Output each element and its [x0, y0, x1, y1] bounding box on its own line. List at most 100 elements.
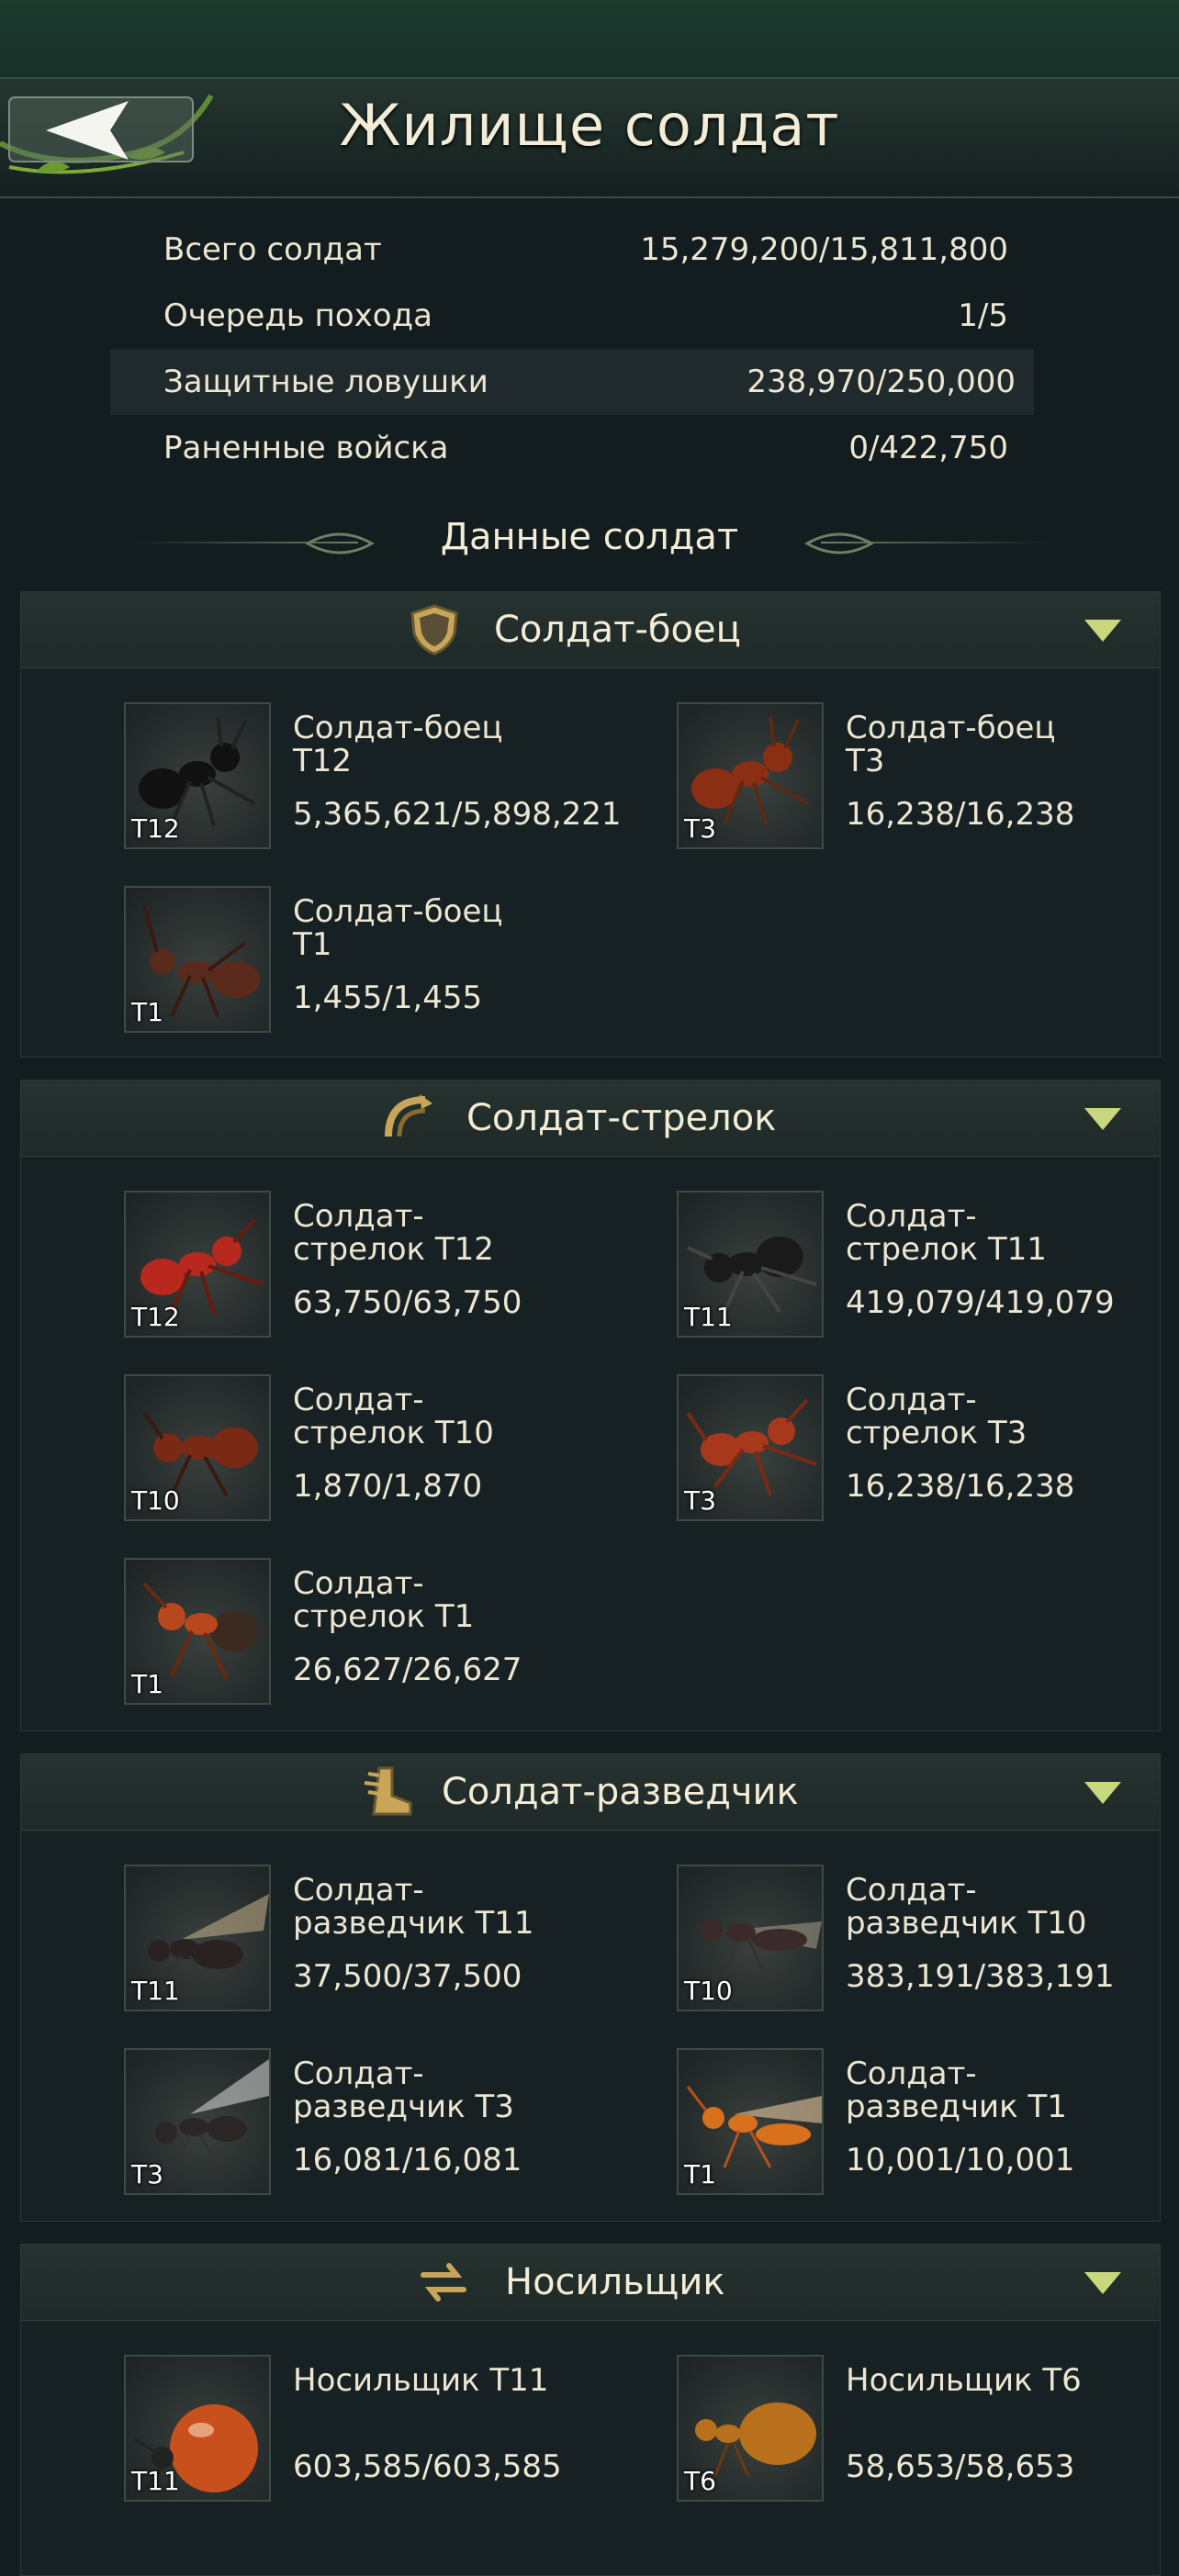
unit-card[interactable]: T11 Солдат-разведчик T11 37,500/37,500	[21, 1865, 535, 2021]
unit-name: Солдат-стрелок T10	[293, 1382, 494, 1451]
unit-card[interactable]: T3 Солдат-боец T3 16,238/16,238	[574, 702, 1088, 858]
unit-card[interactable]: T3 Солдат-разведчик T3 16,081/16,081	[21, 2048, 535, 2204]
unit-portrait: T10	[124, 1374, 271, 1521]
section-title: Солдат-боец	[494, 609, 741, 651]
leaf-ornament-icon	[803, 532, 875, 554]
stat-value: 238,970/250,000	[747, 364, 1016, 400]
top-background	[0, 0, 1179, 77]
unit-card[interactable]: T10 Солдат-стрелок T10 1,870/1,870	[21, 1374, 535, 1530]
transfer-arrows-icon	[421, 2263, 466, 2302]
tier-badge: T3	[684, 813, 716, 844]
tier-badge: T6	[684, 2466, 716, 2496]
soldier-data-heading: Данные солдат	[0, 507, 1179, 580]
section-carrier: Носильщик T11 Носильщик T11 603,585/603,…	[20, 2244, 1161, 2576]
unit-count: 16,081/16,081	[293, 2142, 522, 2178]
unit-name: Солдат-боец T1	[293, 893, 503, 963]
stat-label: Очередь похода	[163, 297, 432, 334]
section-header-shooter[interactable]: Солдат-стрелок	[21, 1081, 1160, 1157]
unit-count: 419,079/419,079	[846, 1284, 1115, 1321]
stat-row-defense-traps: Защитные ловушки 238,970/250,000	[110, 349, 1034, 415]
unit-portrait: T10	[677, 1865, 824, 2011]
unit-count: 37,500/37,500	[293, 1958, 522, 1995]
chevron-down-icon	[1084, 620, 1121, 642]
unit-portrait: T3	[677, 702, 824, 849]
unit-card[interactable]: T3 Солдат-стрелок T3 16,238/16,238	[574, 1374, 1088, 1530]
stat-label: Защитные ловушки	[163, 364, 488, 400]
stat-row-total-soldiers: Всего солдат 15,279,200/15,811,800	[145, 217, 1027, 283]
unit-portrait: T1	[677, 2048, 824, 2195]
unit-portrait: T11	[677, 1191, 824, 1338]
unit-count: 10,001/10,001	[846, 2142, 1075, 2178]
unit-count: 1,870/1,870	[293, 1468, 483, 1505]
page-title: Жилище солдат	[339, 92, 840, 159]
section-header-carrier[interactable]: Носильщик	[21, 2245, 1160, 2321]
bow-icon	[385, 1094, 432, 1137]
unit-card[interactable]: T11 Носильщик T11 603,585/603,585	[21, 2355, 562, 2511]
tier-badge: T11	[131, 1976, 180, 2006]
unit-portrait: T12	[124, 1191, 271, 1338]
unit-portrait: T1	[124, 886, 271, 1033]
unit-card[interactable]: T11 Солдат-стрелок T11 419,079/419,079	[574, 1191, 1115, 1347]
section-heading: Данные солдат	[440, 516, 739, 558]
tier-badge: T3	[131, 2159, 163, 2190]
tier-badge: T10	[131, 1485, 180, 1516]
stat-row-march-queue: Очередь похода 1/5	[145, 283, 1027, 349]
tier-badge: T12	[131, 1302, 180, 1332]
unit-count: 5,365,621/5,898,221	[293, 796, 622, 833]
unit-portrait: T3	[124, 2048, 271, 2195]
unit-count: 16,238/16,238	[846, 1468, 1075, 1505]
boot-icon	[364, 1766, 412, 1816]
tier-badge: T1	[131, 997, 163, 1027]
chevron-down-icon	[1084, 1782, 1121, 1804]
stat-row-wounded: Раненные войска 0/422,750	[145, 415, 1027, 481]
stat-label: Раненные войска	[163, 430, 449, 466]
unit-name: Солдат-боец T12	[293, 710, 503, 779]
unit-name: Солдат-боец T3	[846, 710, 1056, 779]
unit-count: 16,238/16,238	[846, 796, 1075, 833]
unit-name: Солдат-стрелок T3	[846, 1382, 1027, 1451]
unit-card[interactable]: T1 Солдат-разведчик T1 10,001/10,001	[574, 2048, 1088, 2204]
unit-portrait: T3	[677, 1374, 824, 1521]
unit-card[interactable]: T10 Солдат-разведчик T10 383,191/383,191	[574, 1865, 1115, 2021]
unit-portrait: T12	[124, 702, 271, 849]
stat-value: 1/5	[958, 297, 1008, 334]
chevron-down-icon	[1084, 2272, 1121, 2294]
tier-badge: T10	[684, 1976, 733, 2006]
unit-name: Солдат-стрелок T11	[846, 1198, 1047, 1268]
section-title: Солдат-стрелок	[466, 1097, 777, 1139]
section-header-scout[interactable]: Солдат-разведчик	[21, 1754, 1160, 1831]
unit-count: 383,191/383,191	[846, 1958, 1115, 1995]
unit-name: Солдат-разведчик T1	[846, 2055, 1067, 2125]
section-scout: Солдат-разведчик T11 Солдат-разведчик T1…	[20, 1753, 1161, 2222]
unit-count: 1,455/1,455	[293, 980, 483, 1016]
shield-icon	[410, 604, 458, 655]
unit-count: 58,653/58,653	[846, 2448, 1075, 2485]
unit-count: 26,627/26,627	[293, 1652, 522, 1688]
unit-name: Солдат-стрелок T1	[293, 1565, 475, 1635]
stat-value: 0/422,750	[848, 430, 1008, 466]
section-title: Носильщик	[505, 2261, 725, 2303]
tier-badge: T1	[684, 2159, 716, 2190]
unit-card[interactable]: T1 Солдат-боец T1 1,455/1,455	[21, 886, 535, 1042]
unit-name: Солдат-разведчик T11	[293, 1872, 534, 1942]
chevron-down-icon	[1084, 1108, 1121, 1130]
unit-name: Носильщик T6	[846, 2362, 1082, 2399]
unit-name: Солдат-стрелок T12	[293, 1198, 494, 1268]
section-fighter: Солдат-боец T12 Солдат-боец T12 5,365,62…	[20, 591, 1161, 1058]
tier-badge: T11	[131, 2466, 180, 2496]
unit-name: Солдат-разведчик T3	[293, 2055, 514, 2125]
divider-right	[821, 542, 1050, 543]
tier-badge: T12	[131, 813, 180, 844]
unit-card[interactable]: T1 Солдат-стрелок T1 26,627/26,627	[21, 1558, 535, 1714]
unit-card[interactable]: T6 Носильщик T6 58,653/58,653	[574, 2355, 1088, 2511]
unit-card[interactable]: T12 Солдат-стрелок T12 63,750/63,750	[21, 1191, 535, 1347]
stat-label: Всего солдат	[163, 231, 382, 268]
section-header-fighter[interactable]: Солдат-боец	[21, 592, 1160, 668]
unit-count: 63,750/63,750	[293, 1284, 522, 1321]
stat-value: 15,279,200/15,811,800	[640, 231, 1008, 268]
tier-badge: T11	[684, 1302, 733, 1332]
unit-portrait: T11	[124, 1865, 271, 2011]
unit-card[interactable]: T12 Солдат-боец T12 5,365,621/5,898,221	[21, 702, 622, 858]
unit-name: Солдат-разведчик T10	[846, 1872, 1087, 1942]
stats-panel: Всего солдат 15,279,200/15,811,800 Очере…	[0, 217, 1179, 481]
